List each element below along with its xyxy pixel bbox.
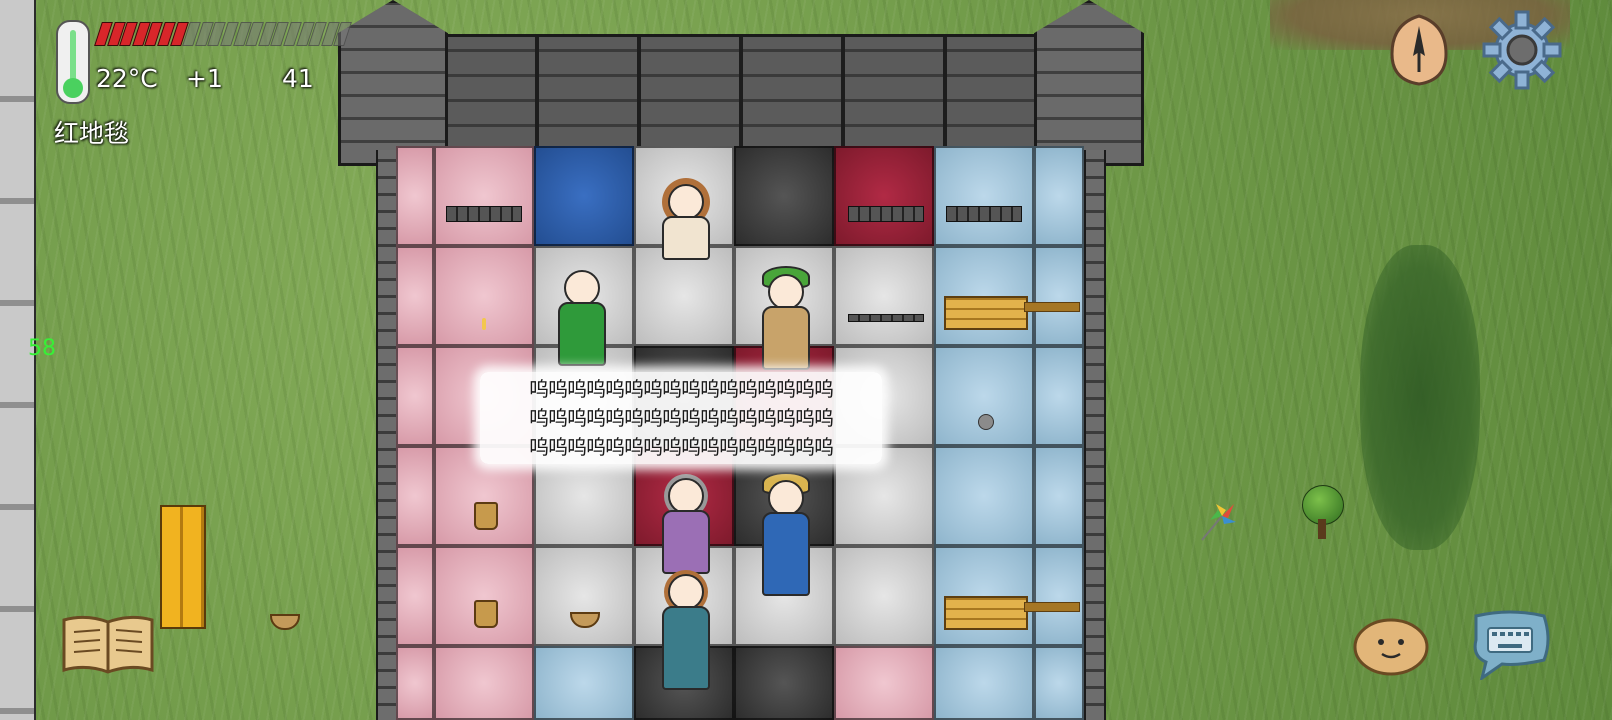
character-body xyxy=(558,302,606,366)
age-counter: 41 xyxy=(282,64,314,93)
stone-tower-right xyxy=(1034,0,1144,166)
character-head xyxy=(668,574,704,610)
temperature-delta: +1 xyxy=(186,64,223,93)
floor-tile[interactable] xyxy=(434,146,534,246)
brick-stack[interactable] xyxy=(946,206,1022,222)
character-long-hair[interactable] xyxy=(654,184,714,294)
brick-stack[interactable] xyxy=(446,206,522,222)
character-body xyxy=(762,306,810,370)
thermometer-icon xyxy=(56,20,90,104)
floor-tile[interactable] xyxy=(1034,346,1084,446)
floor-tile[interactable] xyxy=(534,646,634,720)
floor-tile[interactable] xyxy=(434,246,534,346)
gear-icon[interactable] xyxy=(1482,10,1562,90)
floor-tile[interactable] xyxy=(734,646,834,720)
food-meter xyxy=(94,22,352,46)
character-body xyxy=(662,216,710,260)
character-body xyxy=(662,606,710,690)
character-body xyxy=(662,510,710,574)
stone-tower-left xyxy=(338,0,448,166)
speech-line: 呜呜呜呜呜呜呜呜呜呜呜呜呜呜呜呜 xyxy=(529,376,834,401)
floor-tile[interactable] xyxy=(396,146,434,246)
floor-tile[interactable] xyxy=(834,646,934,720)
floor-tile[interactable] xyxy=(1034,146,1084,246)
character-head xyxy=(768,480,804,516)
storage-box[interactable] xyxy=(944,296,1080,330)
storage-box[interactable] xyxy=(944,596,1080,630)
floor-tile[interactable] xyxy=(1034,446,1084,546)
temperature-readout: 22°C xyxy=(96,64,158,93)
floor-tile[interactable] xyxy=(734,146,834,246)
dense-bush[interactable] xyxy=(1360,245,1480,550)
floor-tile[interactable] xyxy=(1034,646,1084,720)
pinwheel-toy[interactable] xyxy=(1196,496,1246,546)
round-stone[interactable] xyxy=(978,414,994,430)
floor-tile[interactable] xyxy=(434,646,534,720)
fps-counter: 58 xyxy=(28,336,56,361)
floor-tile[interactable] xyxy=(834,146,934,246)
floor-tile[interactable] xyxy=(834,246,934,346)
stone-wall-top xyxy=(434,34,1080,152)
character-head xyxy=(668,184,704,220)
hovered-object-label: 红地毯 xyxy=(54,119,130,148)
floor-tile[interactable] xyxy=(934,346,1034,446)
floor-tile[interactable] xyxy=(1034,546,1084,646)
floor-tile[interactable] xyxy=(934,146,1034,246)
character-green-cloak[interactable] xyxy=(550,270,610,370)
floor-tile[interactable] xyxy=(834,546,934,646)
character-body xyxy=(762,512,810,596)
book-icon[interactable] xyxy=(60,612,156,676)
potato-face-icon[interactable] xyxy=(1352,614,1430,676)
stone-wall-west xyxy=(376,150,398,720)
stone-house xyxy=(338,0,1168,720)
keyboard-bubble-icon[interactable] xyxy=(1468,608,1552,680)
speech-line: 呜呜呜呜呜呜呜呜呜呜呜呜呜呜呜呜 xyxy=(529,434,834,459)
floor-tile[interactable] xyxy=(934,646,1034,720)
character-elder[interactable] xyxy=(654,478,714,578)
character-green-hat[interactable] xyxy=(754,266,814,374)
small-tree[interactable] xyxy=(1300,485,1344,541)
speech-bubble: 呜呜呜呜呜呜呜呜呜呜呜呜呜呜呜呜 呜呜呜呜呜呜呜呜呜呜呜呜呜呜呜呜 呜呜呜呜呜呜… xyxy=(480,372,882,464)
stick xyxy=(1024,602,1080,612)
speech-line: 呜呜呜呜呜呜呜呜呜呜呜呜呜呜呜呜 xyxy=(529,405,834,430)
compass-icon[interactable] xyxy=(1384,12,1454,88)
floor-tile[interactable] xyxy=(534,546,634,646)
character-head xyxy=(564,270,600,306)
floor-tile[interactable] xyxy=(396,446,434,546)
character-head xyxy=(668,478,704,514)
character-head xyxy=(768,274,804,310)
floor-tile[interactable] xyxy=(396,246,434,346)
wooden-bucket[interactable] xyxy=(474,502,498,530)
tree-trunk xyxy=(1318,519,1326,539)
floor-tile[interactable] xyxy=(1034,246,1084,346)
floor-tile[interactable] xyxy=(434,546,534,646)
floor-tile[interactable] xyxy=(396,546,434,646)
candle[interactable] xyxy=(482,318,486,330)
floor-tile[interactable] xyxy=(396,646,434,720)
brick-stack[interactable] xyxy=(848,206,924,222)
floor-tile[interactable] xyxy=(534,146,634,246)
wooden-door[interactable] xyxy=(160,505,206,629)
brick-stack[interactable] xyxy=(848,314,924,322)
wooden-bucket[interactable] xyxy=(474,600,498,628)
character-blue-dress[interactable] xyxy=(754,472,814,600)
character-teal-robe[interactable] xyxy=(654,574,714,694)
stick xyxy=(1024,302,1080,312)
floor-tile[interactable] xyxy=(934,446,1034,546)
floor-tile[interactable] xyxy=(396,346,434,446)
thermometer-bulb xyxy=(63,78,83,98)
